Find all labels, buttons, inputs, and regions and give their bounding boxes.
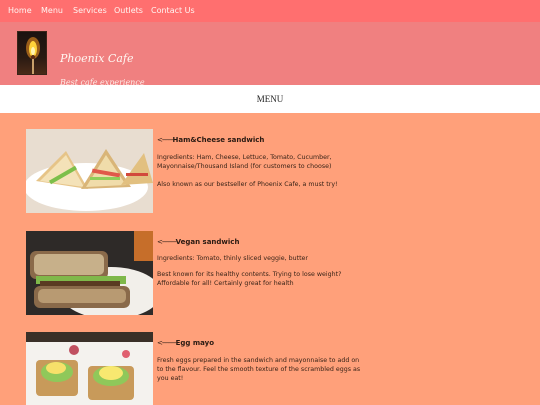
item-ingredients-ham-cheese: Ingredients: Ham, Cheese, Lettuce, Tomat… — [157, 154, 332, 170]
left-arrow: <--------- — [157, 339, 177, 347]
nav-link-services[interactable]: Services — [73, 0, 107, 22]
left-arrow: <--------- — [157, 238, 177, 246]
cafe-name: Phoenix Cafe — [60, 52, 134, 65]
item-ingredients-vegan: Ingredients: Tomato, thinly sliced veggi… — [157, 255, 309, 262]
item-name-text: Vegan sandwich — [175, 238, 240, 246]
item-ingredients-egg-mayo: Fresh eggs prepared in the sandwich and … — [157, 357, 361, 382]
menu-heading-bar: MENU — [0, 85, 540, 113]
left-arrow: <------- — [157, 136, 174, 144]
nav-link-outlets[interactable]: Outlets — [114, 0, 143, 22]
item-name-egg-mayo: <---------Egg mayo — [157, 339, 214, 347]
item-name-text: Ham&Cheese sandwich — [172, 136, 265, 144]
menu-title: MENU — [256, 94, 284, 104]
egg-mayo-photo — [26, 332, 153, 405]
site-header: Phoenix Cafe Best cafe experience — [0, 22, 540, 87]
item-description-vegan: Best known for its healthy contents. Try… — [157, 271, 342, 287]
top-navbar: Home Menu Services Outlets Contact Us — [0, 0, 540, 22]
nav-link-contact-us[interactable]: Contact Us — [151, 0, 195, 22]
match-flame-logo — [17, 31, 47, 75]
ham-cheese-sandwich-photo — [26, 129, 153, 213]
item-name-vegan: <---------Vegan sandwich — [157, 238, 239, 246]
item-description-ham-cheese: Also known as our bestseller of Phoenix … — [157, 181, 338, 188]
nav-link-home[interactable]: Home — [8, 0, 32, 22]
nav-link-menu[interactable]: Menu — [41, 0, 63, 22]
item-name-text: Egg mayo — [175, 339, 215, 347]
vegan-sandwich-photo — [26, 231, 153, 315]
item-name-ham-cheese: <-------Ham&Cheese sandwich — [157, 136, 264, 144]
